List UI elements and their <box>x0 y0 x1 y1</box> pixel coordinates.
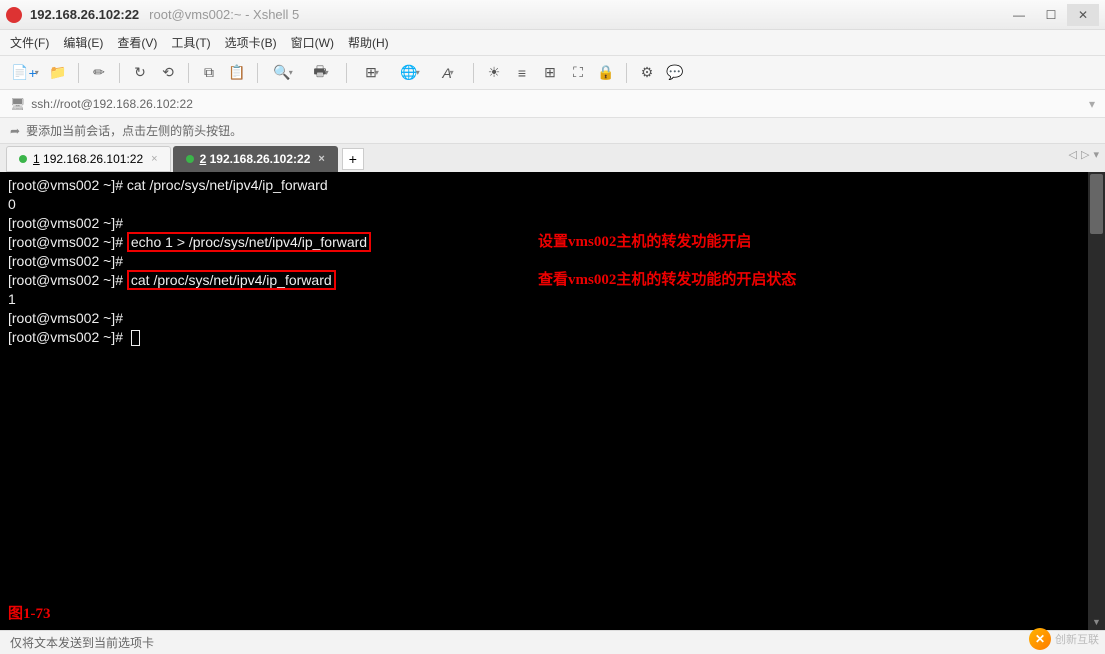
address-bar[interactable]: 🖥 ssh://root@192.168.26.102:22 ▾ <box>0 90 1105 118</box>
tab-close-icon[interactable]: × <box>318 153 324 165</box>
open-button[interactable]: 📁 <box>46 61 70 85</box>
terminal-line: [root@vms002 ~]# <box>8 252 1097 271</box>
terminal-line: [root@vms002 ~]# <box>8 214 1097 233</box>
menu-bar: 文件(F) 编辑(E) 查看(V) 工具(T) 选项卡(B) 窗口(W) 帮助(… <box>0 30 1105 56</box>
edit-button[interactable]: ✏ <box>87 61 111 85</box>
status-bar: 仅将文本发送到当前选项卡 <box>0 630 1105 654</box>
annotation-text: 设置vms002主机的转发功能开启 <box>538 233 751 252</box>
terminal-line: [root@vms002 ~]# <box>8 328 1097 347</box>
maximize-button[interactable]: ☐ <box>1035 4 1067 26</box>
app-icon <box>6 7 22 23</box>
grid-button[interactable]: ⊞ <box>538 61 562 85</box>
tab-prev-icon[interactable]: ◁ <box>1069 148 1077 161</box>
terminal-line: [root@vms002 ~]# cat /proc/sys/net/ipv4/… <box>8 271 1097 290</box>
terminal-line: 1 <box>8 290 1097 309</box>
watermark-text: 创新互联 <box>1055 631 1099 647</box>
encoding-button[interactable]: 🌐▾ <box>393 61 427 85</box>
watermark-logo-icon: ✕ <box>1029 628 1051 650</box>
terminal-line: 0 <box>8 195 1097 214</box>
menu-window[interactable]: 窗口(W) <box>291 34 334 51</box>
menu-help[interactable]: 帮助(H) <box>348 34 389 51</box>
search-button[interactable]: 🔍▾ <box>266 61 300 85</box>
menu-tabs[interactable]: 选项卡(B) <box>225 34 277 51</box>
tab-nav: ◁ ▷ ▾ <box>1069 148 1099 161</box>
tab-session-1[interactable]: 1 192.168.26.101:22 × <box>6 146 171 172</box>
window-title-sub: root@vms002:~ - Xshell 5 <box>149 7 299 22</box>
scroll-thumb[interactable] <box>1090 174 1103 234</box>
highlight-button[interactable]: ☀ <box>482 61 506 85</box>
lock-button[interactable]: 🔒 <box>594 61 618 85</box>
add-tab-button[interactable]: + <box>342 148 364 170</box>
address-url: ssh://root@192.168.26.102:22 <box>31 97 193 111</box>
address-dropdown-icon[interactable]: ▾ <box>1089 97 1095 111</box>
tab-session-2[interactable]: 2 192.168.26.102:22 × <box>173 146 338 172</box>
minimize-button[interactable]: — <box>1003 4 1035 26</box>
hint-text: 要添加当前会话，点击左侧的箭头按钮。 <box>26 122 242 139</box>
menu-file[interactable]: 文件(F) <box>10 34 49 51</box>
figure-label: 图1-73 <box>8 605 51 624</box>
window-title-main: 192.168.26.102:22 <box>30 7 139 22</box>
protocol-icon: 🖥 <box>10 97 25 111</box>
terminal-line: [root@vms002 ~]# <box>8 309 1097 328</box>
terminal-line: [root@vms002 ~]# cat /proc/sys/net/ipv4/… <box>8 176 1097 195</box>
annotation-text: 查看vms002主机的转发功能的开启状态 <box>538 271 796 290</box>
terminal-line: [root@vms002 ~]# echo 1 > /proc/sys/net/… <box>8 233 1097 252</box>
chat-button[interactable]: 💬 <box>663 61 687 85</box>
copy-button[interactable]: ⧉ <box>197 61 221 85</box>
toolbar: 📄+▾ 📁 ✏ ↻ ⟲ ⧉ 📋 🔍▾ 🖶▾ ⊞▾ 🌐▾ A▾ ☀ ≡ ⊞ ⛶ 🔒… <box>0 56 1105 90</box>
terminal-pane[interactable]: [root@vms002 ~]# cat /proc/sys/net/ipv4/… <box>0 172 1105 630</box>
watermark: ✕ 创新互联 <box>1029 628 1099 650</box>
status-dot-icon <box>186 155 194 163</box>
menu-view[interactable]: 查看(V) <box>117 34 157 51</box>
title-bar: 192.168.26.102:22 root@vms002:~ - Xshell… <box>0 0 1105 30</box>
print-button[interactable]: 🖶▾ <box>304 61 338 85</box>
hint-bar: ➦ 要添加当前会话，点击左侧的箭头按钮。 <box>0 118 1105 144</box>
paste-button[interactable]: 📋 <box>225 61 249 85</box>
layout-button[interactable]: ⊞▾ <box>355 61 389 85</box>
hint-arrow-icon[interactable]: ➦ <box>10 124 20 138</box>
reconnect-button[interactable]: ↻ <box>128 61 152 85</box>
status-dot-icon <box>19 155 27 163</box>
tab-close-icon[interactable]: × <box>151 153 157 165</box>
fullscreen-button[interactable]: ⛶ <box>566 61 590 85</box>
menu-tools[interactable]: 工具(T) <box>171 34 210 51</box>
status-text: 仅将文本发送到当前选项卡 <box>10 634 154 651</box>
tab-menu-icon[interactable]: ▾ <box>1093 148 1099 161</box>
columns-button[interactable]: ≡ <box>510 61 534 85</box>
tab-next-icon[interactable]: ▷ <box>1081 148 1089 161</box>
vertical-scrollbar[interactable]: ▲ ▼ <box>1088 172 1105 630</box>
new-session-button[interactable]: 📄+▾ <box>8 61 42 85</box>
menu-edit[interactable]: 编辑(E) <box>63 34 103 51</box>
settings-button[interactable]: ⚙ <box>635 61 659 85</box>
close-button[interactable]: ✕ <box>1067 4 1099 26</box>
font-button[interactable]: A▾ <box>431 61 465 85</box>
disconnect-button[interactable]: ⟲ <box>156 61 180 85</box>
tab-bar: 1 192.168.26.101:22 × 2 192.168.26.102:2… <box>0 144 1105 172</box>
